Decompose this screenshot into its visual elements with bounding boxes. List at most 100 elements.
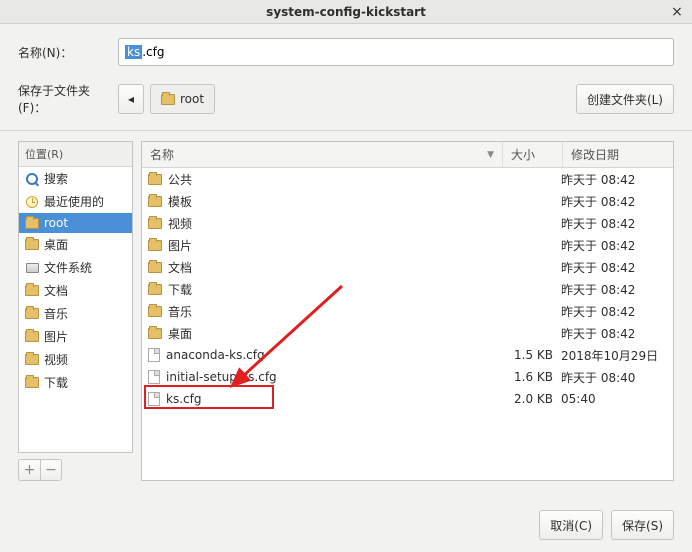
file-date: 昨天于 08:42	[557, 325, 667, 342]
path-controls: ◂ root 创建文件夹(L)	[118, 84, 674, 114]
folder-icon	[148, 174, 162, 185]
filename-input[interactable]: ks.cfg	[118, 38, 674, 66]
back-button[interactable]: ◂	[118, 84, 144, 114]
file-size: 1.6 KB	[497, 370, 557, 384]
titlebar: system-config-kickstart ×	[0, 0, 692, 24]
folder-icon	[148, 240, 162, 251]
name-label: 名称(N)：	[18, 44, 118, 61]
file-size: 1.5 KB	[497, 348, 557, 362]
file-list-header: 名称▼ 大小 修改日期	[142, 142, 673, 168]
drive-icon	[25, 261, 39, 275]
file-row[interactable]: anaconda-ks.cfg1.5 KB2018年10月29日	[142, 344, 673, 366]
divider	[0, 130, 692, 131]
folder-icon	[161, 94, 175, 105]
sidebar: 位置(R) 搜索最近使用的 root 桌面文件系统文档音乐图片视频下载 + −	[18, 141, 133, 481]
file-name: 音乐	[168, 303, 192, 320]
sidebar-header: 位置(R)	[19, 142, 132, 167]
sidebar-item-文档[interactable]: 文档	[19, 279, 132, 302]
file-name: 文档	[168, 259, 192, 276]
sidebar-item-label: root	[44, 216, 68, 230]
file-row[interactable]: 下载昨天于 08:42	[142, 278, 673, 300]
sidebar-item-下载[interactable]: 下载	[19, 371, 132, 394]
file-row[interactable]: ks.cfg2.0 KB05:40	[142, 388, 673, 410]
file-date: 2018年10月29日	[557, 347, 667, 364]
file-row[interactable]: 音乐 昨天于 08:42	[142, 300, 673, 322]
clock-icon	[25, 195, 39, 209]
folder-icon	[25, 376, 39, 390]
back-icon: ◂	[128, 92, 134, 106]
file-name: 视频	[168, 215, 192, 232]
sidebar-item-视频[interactable]: 视频	[19, 348, 132, 371]
save-in-label: 保存于文件夹(F)：	[18, 82, 118, 116]
file-row[interactable]: 视频 昨天于 08:42	[142, 212, 673, 234]
column-size[interactable]: 大小	[503, 142, 563, 167]
close-icon[interactable]: ×	[668, 3, 686, 21]
file-icon	[148, 348, 160, 362]
sidebar-item-图片[interactable]: 图片	[19, 325, 132, 348]
file-name: ks.cfg	[166, 392, 201, 406]
add-bookmark-button[interactable]: +	[18, 459, 40, 481]
file-row[interactable]: 公共 昨天于 08:42	[142, 168, 673, 190]
filename-selected: ks	[125, 45, 142, 59]
file-row[interactable]: initial-setup-ks.cfg 1.6 KB昨天于 08:40	[142, 366, 673, 388]
sidebar-item-label: 文件系统	[44, 259, 92, 276]
folder-icon	[148, 284, 162, 295]
column-name[interactable]: 名称▼	[142, 142, 503, 167]
column-date[interactable]: 修改日期	[563, 142, 673, 167]
file-size: 2.0 KB	[497, 392, 557, 406]
path-current: root	[180, 92, 204, 106]
path-button-root[interactable]: root	[150, 84, 215, 114]
folder-icon	[25, 353, 39, 367]
file-date: 昨天于 08:40	[557, 369, 667, 386]
file-list: 名称▼ 大小 修改日期 公共昨天于 08:42模板昨天于 08:42视频昨天于 …	[141, 141, 674, 481]
file-row[interactable]: 文档昨天于 08:42	[142, 256, 673, 278]
file-name: 桌面	[168, 325, 192, 342]
file-date: 昨天于 08:42	[557, 237, 667, 254]
sidebar-item-音乐[interactable]: 音乐	[19, 302, 132, 325]
file-list-body[interactable]: 公共昨天于 08:42模板昨天于 08:42视频昨天于 08:42图片昨天于 0…	[142, 168, 673, 480]
folder-icon	[148, 218, 162, 229]
create-folder-button[interactable]: 创建文件夹(L)	[576, 84, 674, 114]
file-icon	[148, 392, 160, 406]
file-browser: 位置(R) 搜索最近使用的root桌面文件系统文档音乐图片视频下载 + − 名称…	[18, 141, 674, 481]
sidebar-item-搜索[interactable]: 搜索	[19, 167, 132, 190]
sidebar-item-root[interactable]: root	[19, 213, 132, 233]
folder-icon	[25, 238, 39, 252]
file-date: 昨天于 08:42	[557, 303, 667, 320]
sidebar-item-文件系统[interactable]: 文件系统	[19, 256, 132, 279]
file-name: 模板	[168, 193, 192, 210]
sidebar-item-label: 搜索	[44, 170, 68, 187]
folder-icon	[148, 262, 162, 273]
file-row[interactable]: 桌面 昨天于 08:42	[142, 322, 673, 344]
filename-rest: .cfg	[142, 45, 164, 59]
file-name: initial-setup-ks.cfg	[166, 370, 277, 384]
sidebar-item-label: 下载	[44, 374, 68, 391]
file-date: 昨天于 08:42	[557, 193, 667, 210]
file-date: 昨天于 08:42	[557, 171, 667, 188]
folder-icon	[148, 196, 162, 207]
dialog-footer: 取消(C) 保存(S)	[539, 510, 674, 540]
file-row[interactable]: 模板 昨天于 08:42	[142, 190, 673, 212]
sidebar-item-label: 图片	[44, 328, 68, 345]
folder-icon	[25, 284, 39, 298]
sidebar-list: 位置(R) 搜索最近使用的 root 桌面文件系统文档音乐图片视频下载	[18, 141, 133, 453]
sidebar-item-label: 视频	[44, 351, 68, 368]
sidebar-item-桌面[interactable]: 桌面	[19, 233, 132, 256]
dialog-content: 名称(N)： ks.cfg 保存于文件夹(F)： ◂ root 创建文件夹(L)…	[0, 24, 692, 493]
remove-bookmark-button[interactable]: −	[40, 459, 62, 481]
folder-icon	[25, 307, 39, 321]
sidebar-item-最近使用的[interactable]: 最近使用的	[19, 190, 132, 213]
cancel-button[interactable]: 取消(C)	[539, 510, 603, 540]
sidebar-item-label: 最近使用的	[44, 193, 104, 210]
file-icon	[148, 370, 160, 384]
file-row[interactable]: 图片昨天于 08:42	[142, 234, 673, 256]
folder-icon	[148, 306, 162, 317]
search-icon	[25, 172, 39, 186]
save-button[interactable]: 保存(S)	[611, 510, 674, 540]
folder-icon	[25, 330, 39, 344]
sidebar-item-label: 文档	[44, 282, 68, 299]
file-name: 公共	[168, 171, 192, 188]
window-title: system-config-kickstart	[0, 5, 692, 19]
file-date: 昨天于 08:42	[557, 215, 667, 232]
sort-icon: ▼	[487, 150, 494, 160]
